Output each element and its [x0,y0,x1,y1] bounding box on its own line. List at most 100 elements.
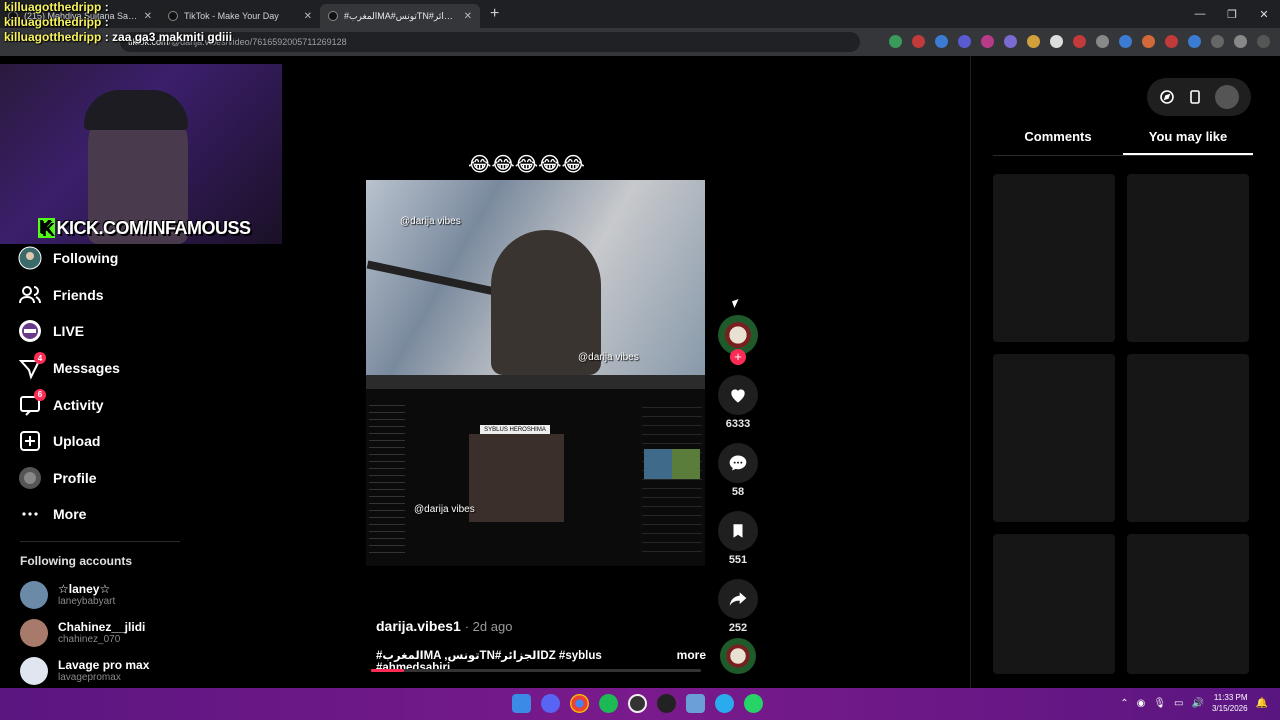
close-tab-icon[interactable]: ✕ [304,11,312,22]
app-icon[interactable] [657,694,676,713]
followed-account[interactable]: Lavage pro max lavagepromax [0,652,200,690]
share-action[interactable]: 252 [716,579,760,634]
video-player[interactable]: @darija vibes @darija vibes SYBLUS HEROS… [366,180,705,566]
extension-icon[interactable] [1050,35,1063,48]
sidebar-item-live[interactable]: LIVE [0,313,200,350]
like-action[interactable]: 6333 [716,375,760,430]
notification-bell-icon[interactable]: 🔔 [1256,698,1268,709]
post-age-value: 2d ago [472,619,513,634]
volume-icon[interactable]: 🔊 [1192,698,1204,709]
windows-taskbar: ⌃ ◉ 🎙 ▭ 🔊 11:33 PM 3/15/2026 🔔 [0,688,1280,720]
chrome-icon[interactable] [570,694,589,713]
sidebar-icon[interactable] [1211,35,1224,48]
music-disc-icon[interactable] [720,638,756,674]
followed-account[interactable]: ☆laney☆ laneybabyart [0,576,200,614]
bookmark-icon[interactable] [718,511,758,551]
extension-icon[interactable] [912,35,925,48]
close-tab-icon[interactable]: ✕ [464,11,472,22]
chat-message: : [104,0,109,14]
compass-icon[interactable] [1159,89,1175,105]
chevron-up-icon[interactable]: ⌃ [1120,698,1128,709]
sidebar-item-label: More [53,506,87,523]
phone-icon[interactable] [1187,89,1203,105]
comment-icon[interactable] [718,443,758,483]
extensions-toolbar [889,35,1270,48]
sidebar-item-profile[interactable]: Profile [0,460,200,497]
video-inner-panel [642,399,702,559]
extension-icon[interactable] [1096,35,1109,48]
extension-icon[interactable] [1073,35,1086,48]
recommended-placeholder[interactable] [1127,534,1249,674]
new-tab-button[interactable]: + [490,5,499,23]
menu-dots-icon[interactable] [1257,35,1270,48]
chat-line: killuagotthedripp : [4,0,232,15]
extension-icon[interactable] [958,35,971,48]
extension-icon[interactable] [1165,35,1178,48]
share-count: 252 [728,622,748,634]
system-tray: ⌃ ◉ 🎙 ▭ 🔊 11:33 PM 3/15/2026 🔔 [1120,692,1268,714]
recommended-placeholder[interactable] [993,174,1115,342]
discord-icon[interactable] [541,694,560,713]
more-icon [18,502,42,526]
following-accounts-title: Following accounts [20,553,133,568]
creator-avatar[interactable]: + [718,315,758,365]
browser-tab-active[interactable]: #المغربMA#تونسTN#الجزائرTok ✕ [320,4,480,28]
share-icon[interactable] [718,579,758,619]
user-avatar-icon[interactable] [1215,85,1239,109]
sidebar-item-upload[interactable]: Upload [0,423,200,460]
microphone-icon[interactable]: 🎙 [1153,698,1166,709]
network-icon[interactable]: ▭ [1174,698,1183,709]
extension-icon[interactable] [1119,35,1132,48]
windows-start-icon[interactable] [512,694,531,713]
video-author[interactable]: darija.vibes1 · 2d ago [376,618,512,634]
video-watermark: @darija vibes [400,216,461,227]
activity-icon: 6 [18,388,46,417]
obs-icon[interactable] [628,694,647,713]
avatar [20,580,48,609]
telegram-icon[interactable] [715,694,734,713]
panel-tabs: Comments You may like [993,128,1253,156]
sidebar-item-following[interactable]: Following [0,240,200,277]
recommended-placeholder[interactable] [1127,174,1249,342]
comment-action[interactable]: 58 [716,443,760,498]
author-name[interactable]: darija.vibes1 [376,618,461,634]
tab-you-may-like[interactable]: You may like [1123,128,1253,155]
system-clock[interactable]: 11:33 PM 3/15/2026 [1212,692,1248,714]
maximize-button[interactable]: ❐ [1216,0,1248,28]
heart-icon[interactable] [718,375,758,415]
extensions-puzzle-icon[interactable] [1188,35,1201,48]
taskbar-apps [512,694,763,713]
follow-plus-icon[interactable]: + [730,349,746,365]
spotify-icon[interactable] [599,694,618,713]
sidebar-item-friends[interactable]: Friends [0,277,200,314]
extension-icon[interactable] [981,35,994,48]
chat-user: killuagotthedripp [4,30,102,44]
profile-avatar-icon[interactable] [1234,35,1247,48]
streamer-cap [84,90,188,130]
kick-banner: K KICK.COM/INFAMOUSS [38,218,251,239]
app-icon[interactable] [686,694,705,713]
extension-icon[interactable] [935,35,948,48]
sidebar-item-messages[interactable]: 4 Messages [0,350,200,387]
followed-account[interactable]: Chahinez__jlidi chahinez_070 [0,614,200,652]
tab-comments[interactable]: Comments [993,128,1123,155]
extension-icon[interactable] [1027,35,1040,48]
minimize-button[interactable]: — [1184,0,1216,28]
sidebar-item-activity[interactable]: 6 Activity [0,386,200,423]
whatsapp-icon[interactable] [744,694,763,713]
extension-icon[interactable] [889,35,902,48]
extension-icon[interactable] [1142,35,1155,48]
account-name: ☆laney☆ [58,582,111,597]
post-age: · 2d ago [464,619,513,634]
save-action[interactable]: 551 [716,511,760,566]
close-window-button[interactable]: ✕ [1248,0,1280,28]
extension-icon[interactable] [1004,35,1017,48]
recommended-placeholder[interactable] [1127,354,1249,522]
video-progress-bar[interactable] [371,669,701,672]
recommended-placeholder[interactable] [993,534,1115,674]
recommended-placeholder[interactable] [993,354,1115,522]
chat-user: killuagotthedripp [4,15,102,29]
discord-tray-icon[interactable]: ◉ [1137,698,1146,709]
sidebar-item-more[interactable]: More [0,496,200,533]
tab-title: #المغربMA#تونسTN#الجزائرTok [344,10,458,21]
